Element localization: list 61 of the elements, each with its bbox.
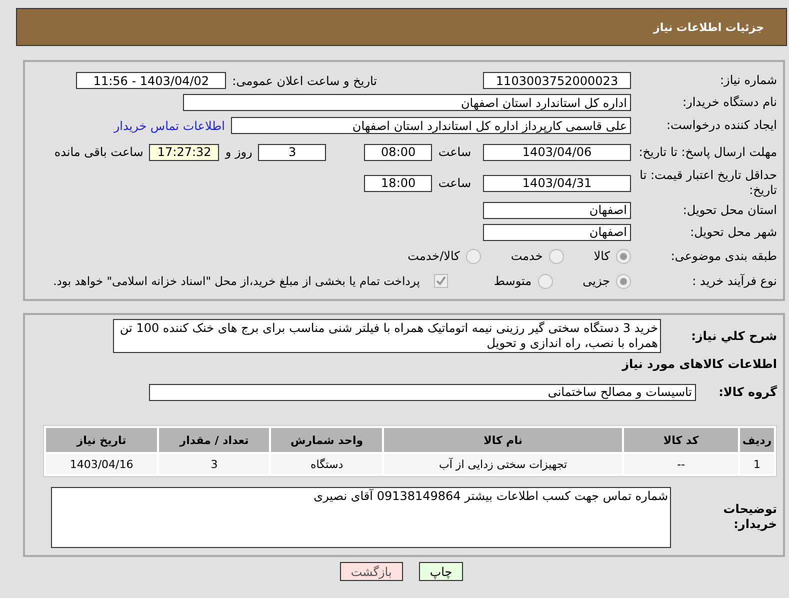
field-label: شماره نیاز: [719, 73, 777, 88]
reply-time-field: 08:00 [364, 144, 432, 160]
field-label: استان محل تحویل: [682, 202, 777, 218]
table-cell: 3 [159, 454, 270, 474]
print-button[interactable]: چاپ [418, 562, 464, 581]
section-title: اطلاعات کالاهای مورد نیاز [620, 357, 777, 371]
time-label: ساعت [438, 145, 471, 159]
field-label: شرح کلي نیاز: [690, 328, 777, 344]
radio-button[interactable] [538, 274, 553, 288]
remaining-time-field: 17:27:32 [149, 144, 220, 160]
city-field: اصفهان [483, 224, 631, 240]
field-label: مهلت ارسال پاسخ: تا تاریخ: [638, 144, 777, 160]
column-header: تاریخ نیاز [46, 428, 158, 452]
reply-date-field: 1403/04/06 [483, 144, 631, 160]
field-label: توضیحات خریدار: [722, 502, 777, 532]
payment-note: پرداخت تمام یا بخشی از مبلغ خرید،از محل "اسناد خزانه اسلامی" خواهد بود. [53, 274, 420, 288]
table-cell: دستگاه [271, 454, 382, 474]
days-label: روز و [225, 145, 252, 159]
announce-date-field: 1403/04/02 - 11:56 [76, 72, 226, 89]
validity-time-field: 18:00 [364, 174, 432, 192]
table-cell: تجهیزات سختی زدایی از آب [384, 454, 622, 474]
table-cell: 1403/04/16 [46, 454, 158, 474]
field-label: طبقه بندی موضوعی: [670, 248, 777, 264]
field-label: نوع فرآیند خرید : [691, 274, 777, 288]
radio-button[interactable] [548, 248, 564, 264]
field-label: تاریخ و ساعت اعلان عمومی: [232, 74, 377, 88]
province-field: اصفهان [483, 202, 631, 218]
buyer-contact-link[interactable]: اطلاعات تماس خریدار [114, 118, 225, 132]
description-textarea: خرید 3 دستگاه سختی گیر رزینی نیمه اتوماتیک همراه با فیلتر شنی مناسب برای برج های خنک کننده 100 تن همراه با نصب، راه اندازی و تحویل [113, 319, 661, 353]
radio-button[interactable] [466, 248, 481, 264]
back-button[interactable]: بازگشت [340, 562, 403, 581]
goods-group-field: تاسیسات و مصالح ساختمانی [149, 384, 696, 400]
days-field: 3 [258, 144, 326, 160]
radio-label: کالا [594, 249, 610, 263]
buyer-notes-textarea: شماره تماس جهت کسب اطلاعات بیشتر 09138149864 آقای نصیری [51, 486, 671, 548]
radio-label: خدمت [510, 249, 543, 263]
field-label: گروه کالا: [718, 384, 777, 400]
radio-label: جزیی [582, 274, 610, 288]
buyer-org-field: اداره کل استاندارد استان اصفهان [183, 94, 631, 111]
field-label: شهر محل تحویل: [689, 224, 777, 240]
column-header: واحد شمارش [271, 428, 382, 452]
field-label: ایجاد کننده درخواست: [665, 118, 777, 133]
radio-button[interactable] [616, 274, 631, 288]
column-header: ردیف [740, 428, 774, 452]
column-header: نام کالا [384, 428, 622, 452]
column-header: کد کالا [624, 428, 738, 452]
requester-field: علی قاسمی کارپرداز اداره کل استاندارد استان اصفهان [231, 117, 631, 134]
column-header: تعداد / مقدار [159, 428, 270, 452]
page-title: جزئیات اطلاعات نیاز [654, 20, 764, 34]
radio-button[interactable] [616, 248, 631, 264]
table-cell: -- [624, 454, 738, 474]
checkbox[interactable] [434, 274, 448, 288]
table-cell: 1 [740, 454, 774, 474]
field-label: حداقل تاریخ اعتبار قیمت: تا تاریخ: [638, 168, 777, 198]
need-number-field: 1103003752000023 [483, 72, 631, 89]
remaining-label: ساعت باقی مانده [54, 145, 144, 159]
validity-date-field: 1403/04/31 [483, 174, 631, 192]
radio-label: متوسط [494, 274, 532, 288]
time-label: ساعت [438, 176, 471, 190]
field-label: نام دستگاه خریدار: [682, 95, 777, 110]
radio-label: کالا/خدمت [408, 249, 460, 263]
